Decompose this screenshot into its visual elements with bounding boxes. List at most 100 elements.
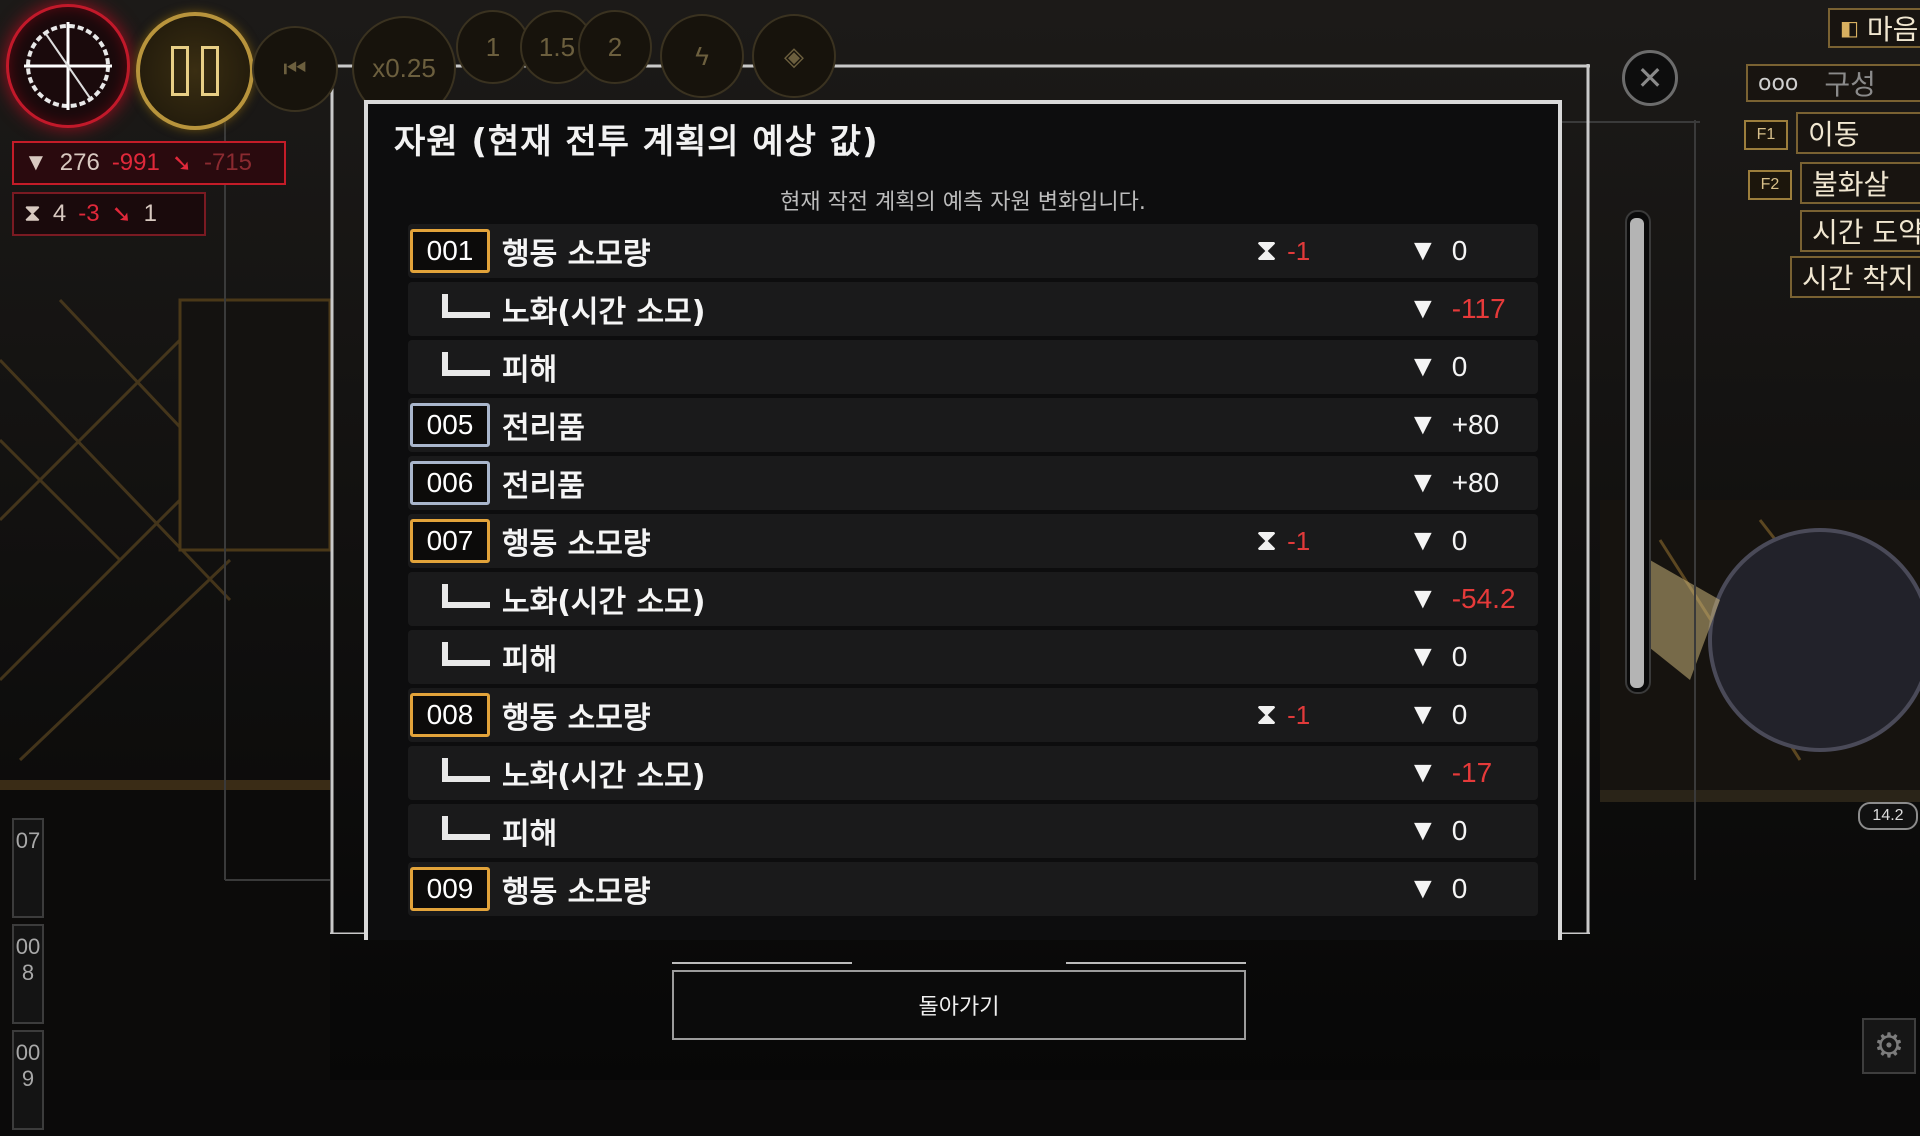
triangle-icon: ▼: [1408, 872, 1438, 905]
speed-button-1[interactable]: 1: [456, 10, 530, 84]
resource-change-value: +80: [1451, 409, 1500, 440]
resource-forecast-dialog: 자원 (현재 전투 계획의 예상 값) 현재 작전 계획의 예측 자원 변화입니…: [364, 100, 1562, 940]
resource-change: ▼ +80: [1408, 398, 1499, 452]
resource-change-value: 0: [1451, 699, 1468, 730]
resource-label: 전리품: [502, 469, 585, 504]
skill-time-landing[interactable]: 시간 착지: [1790, 256, 1920, 298]
resource-change-value: +80: [1451, 467, 1500, 498]
resource-label: 행동 소모량: [502, 875, 651, 910]
triangle-icon: ▼: [1408, 350, 1438, 383]
close-button[interactable]: ✕: [1622, 50, 1678, 106]
layers-button[interactable]: ◈: [752, 14, 836, 98]
mind-button[interactable]: ◧ 마음: [1828, 8, 1920, 48]
tree-branch-icon: [442, 816, 490, 840]
tree-branch-icon: [442, 352, 490, 376]
time-cost-value: -1: [1287, 525, 1311, 556]
rewind-button[interactable]: ⏮: [252, 26, 338, 112]
skip-back-icon: ⏮: [283, 53, 307, 83]
action-number-badge[interactable]: 006: [410, 461, 490, 505]
tree-branch-icon: [442, 642, 490, 666]
dialog-scrollbar[interactable]: [1625, 210, 1651, 694]
resource-change-value: -17: [1451, 757, 1493, 788]
pause-button[interactable]: [136, 12, 254, 130]
resource-row: 009 행동 소모량 ▼ 0: [408, 862, 1538, 916]
tree-branch-icon: [442, 758, 490, 782]
turn-clock-button[interactable]: [6, 4, 130, 128]
skill-fire-arrow[interactable]: F2 불화살: [1748, 162, 1920, 204]
turn-number: 009: [12, 1030, 44, 1130]
action-number-badge[interactable]: 001: [410, 229, 490, 273]
more-icon: ooo: [1758, 70, 1799, 96]
resource-row: 005 전리품 ▼ +80: [408, 398, 1538, 452]
dialog-title: 자원 (현재 전투 계획의 예상 값): [394, 122, 879, 162]
resource-subrow: 노화(시간 소모) ▼ -54.2: [408, 572, 1538, 626]
resource-label: 행동 소모량: [502, 237, 651, 272]
resource-change: ▼ 0: [1408, 224, 1467, 278]
dialog-subtitle: 현재 작전 계획의 예측 자원 변화입니다.: [780, 190, 1146, 215]
turn-number: 008: [12, 924, 44, 1024]
resource-change: ▼ 0: [1408, 630, 1467, 684]
hourglass-icon: ⧗: [24, 200, 41, 227]
resource-change-value: 0: [1451, 525, 1468, 556]
resource-change-value: 0: [1451, 351, 1468, 382]
skill-move[interactable]: F1 이동: [1744, 112, 1920, 154]
resource-label: 피해: [502, 643, 558, 678]
settings-button[interactable]: ⚙: [1862, 1018, 1916, 1074]
clock-icon: [24, 22, 112, 110]
skill-button[interactable]: ϟ: [660, 14, 744, 98]
resource-label: 노화(시간 소모): [502, 585, 706, 620]
time-cost: ⧗ -1: [1256, 224, 1310, 278]
triangle-icon: ▼: [1408, 408, 1438, 441]
turn-number: 07: [12, 818, 44, 918]
time-cost-value: -1: [1287, 235, 1311, 266]
resource-change-value: 0: [1451, 815, 1468, 846]
mind-icon: ◧: [1840, 16, 1859, 40]
resource-label: 행동 소모량: [502, 527, 651, 562]
close-icon: ✕: [1636, 59, 1664, 97]
resource-change: ▼ +80: [1408, 456, 1499, 510]
resource-change-value: -117: [1451, 293, 1506, 324]
triangle-icon: ▼: [1408, 698, 1438, 731]
resource-change-value: 0: [1451, 641, 1468, 672]
resource-label: 노화(시간 소모): [502, 295, 706, 330]
time-cost: ⧗ -1: [1256, 688, 1310, 742]
resource-label: 전리품: [502, 411, 585, 446]
resource-subrow: 노화(시간 소모) ▼ -117: [408, 282, 1538, 336]
resource-subrow: 피해 ▼ 0: [408, 804, 1538, 858]
action-number-badge[interactable]: 005: [410, 403, 490, 447]
skill-time-leap[interactable]: F5 시간 도약: [1800, 210, 1920, 252]
layers-icon: ◈: [784, 40, 804, 71]
lightning-icon: ϟ: [695, 40, 709, 71]
resource-change: ▼ -17: [1408, 746, 1492, 800]
configure-row[interactable]: ooo 구성: [1746, 64, 1920, 102]
time-stat-bar: ⧗ 4 -3 ➘ 1: [12, 192, 206, 236]
triangle-icon: ▼: [1408, 524, 1438, 557]
resource-label: 노화(시간 소모): [502, 759, 706, 794]
resource-change: ▼ 0: [1408, 804, 1467, 858]
turn-number-column: 07 008 009: [12, 818, 48, 1136]
gear-icon: ⚙: [1873, 1026, 1905, 1066]
resource-change: ▼ 0: [1408, 688, 1467, 742]
resource-label: 행동 소모량: [502, 701, 651, 736]
action-number-badge[interactable]: 007: [410, 519, 490, 563]
resource-change: ▼ -117: [1408, 282, 1506, 336]
back-button[interactable]: 돌아가기: [672, 962, 1246, 1040]
resource-change-value: 0: [1451, 873, 1468, 904]
action-number-badge[interactable]: 008: [410, 693, 490, 737]
scroll-thumb[interactable]: [1630, 218, 1644, 688]
arrow-down-right-icon: ➘: [171, 149, 192, 177]
resource-change: ▼ 0: [1408, 340, 1467, 394]
triangle-icon: ▼: [1408, 292, 1438, 325]
action-number-badge[interactable]: 009: [410, 867, 490, 911]
hourglass-icon: ⧗: [1256, 524, 1278, 557]
triangle-icon: ▼: [1408, 466, 1438, 499]
triangle-icon: ▼: [1408, 640, 1438, 673]
resource-change: ▼ 0: [1408, 862, 1467, 916]
tree-branch-icon: [442, 584, 490, 608]
resource-row: 001 행동 소모량 ⧗ -1 ▼ 0: [408, 224, 1538, 278]
time-marker-tag[interactable]: 14.2: [1858, 802, 1918, 830]
hourglass-icon: ⧗: [1256, 698, 1278, 731]
speed-button-2[interactable]: 2: [578, 10, 652, 84]
resource-label: 피해: [502, 353, 558, 388]
triangle-icon: ▼: [1408, 234, 1438, 267]
